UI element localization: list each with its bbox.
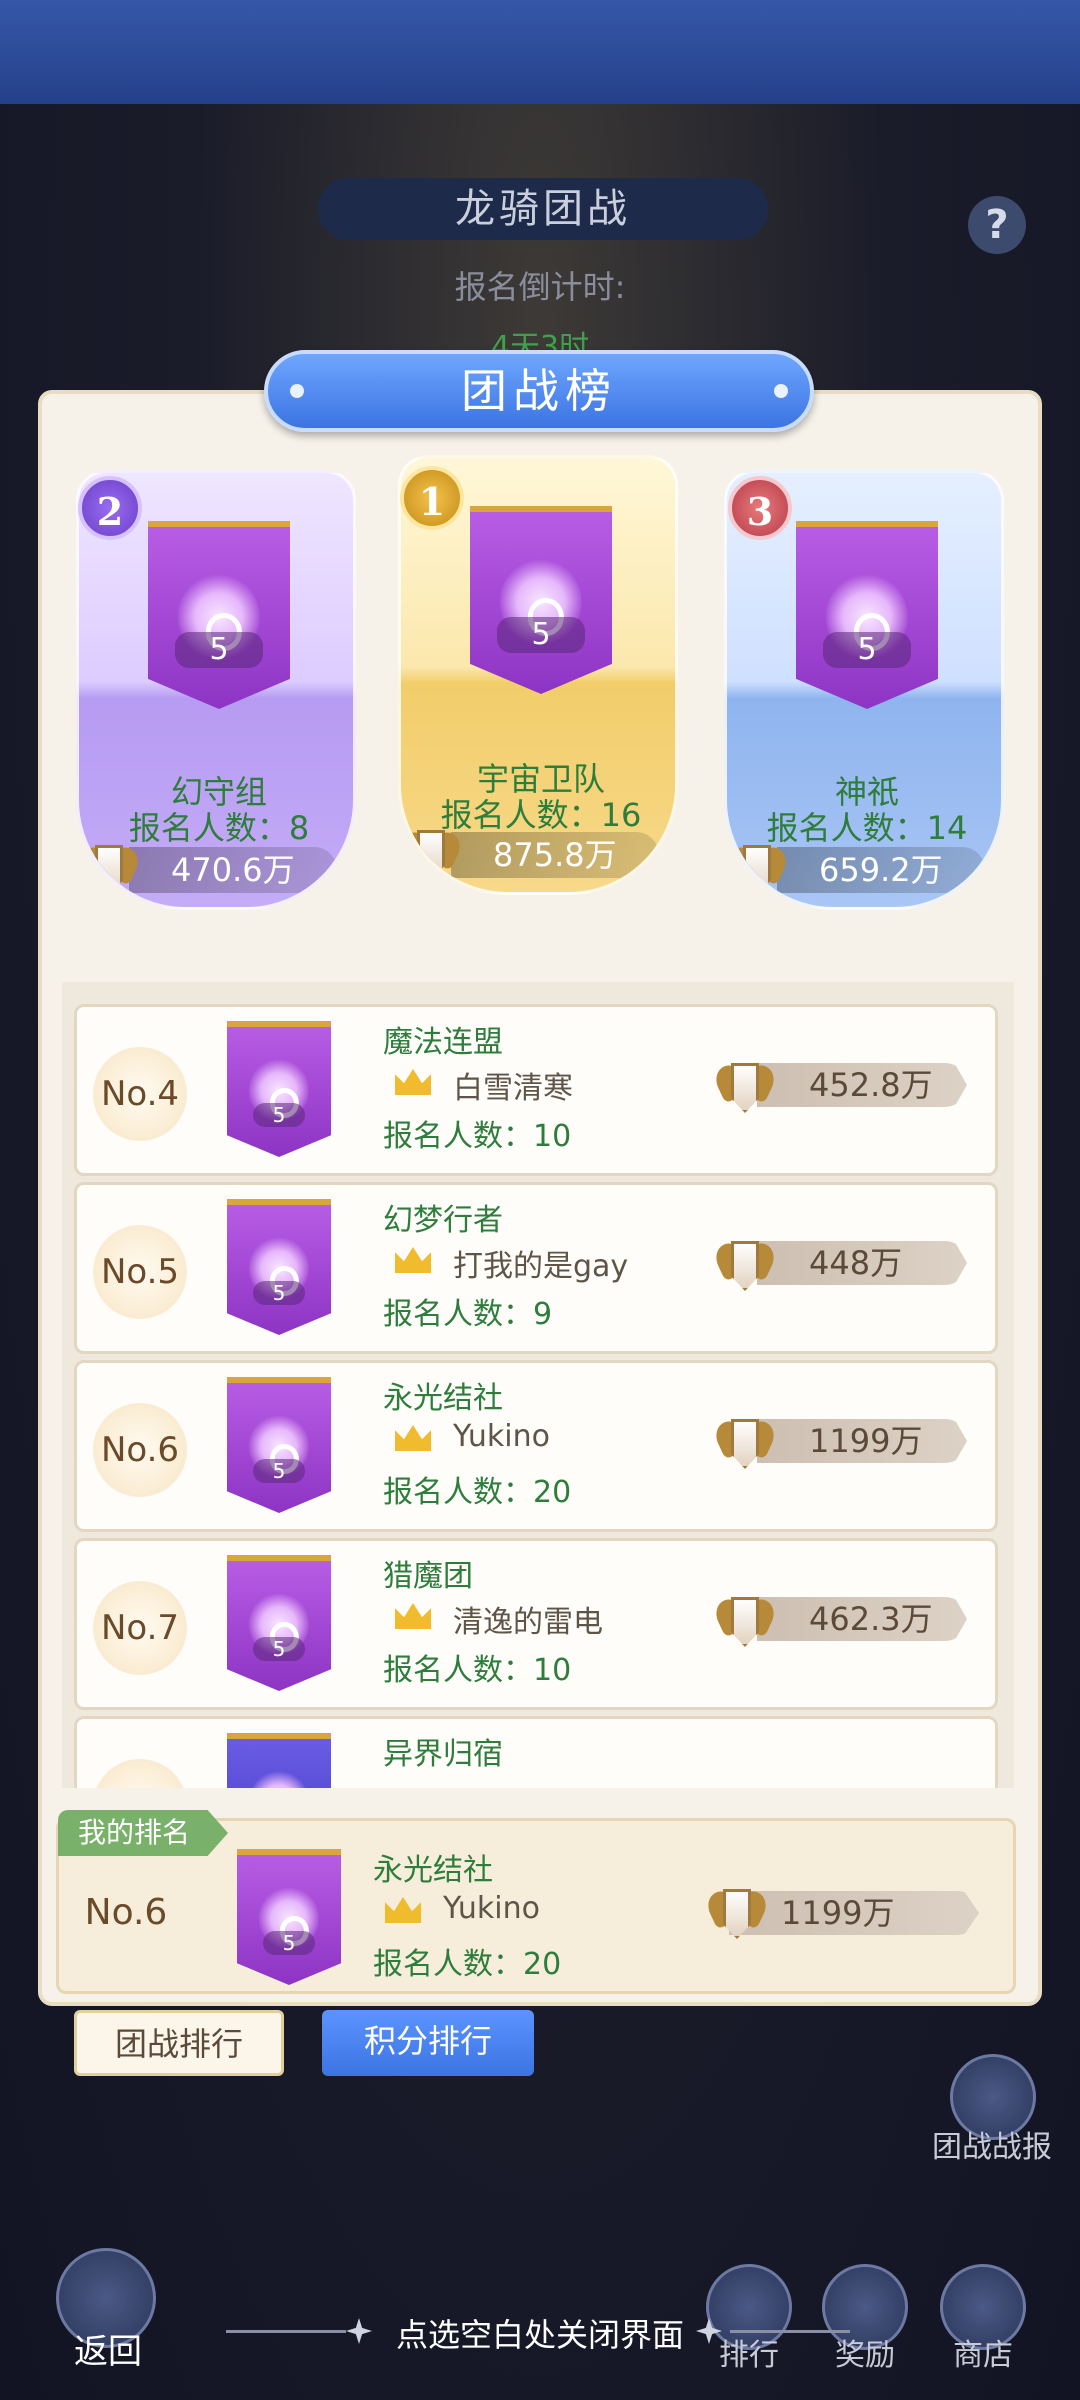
score-medal-icon [703,1883,771,1943]
guild-level: 5 [253,1281,305,1306]
guild-level: 5 [823,631,911,668]
my-rank-number: No.6 [84,1892,168,1933]
guild-level: 5 [253,1637,305,1662]
hint-right-line [730,2330,850,2333]
leader-name: Yukino [443,1891,540,1926]
score-medal-icon [711,1591,779,1651]
guild-banner-icon [227,1733,331,1788]
guild-banner-icon: 5 [237,1849,341,1985]
header-right-dot [774,384,788,398]
countdown-label: 报名倒计时: [454,268,626,306]
guild-score: 875.8万 [451,832,659,878]
guild-score: 1199万 [729,1891,979,1935]
ranking-list[interactable]: No.4 5 魔法连盟 白雪清寒 报名人数：10 452.8万 No.5 5 幻… [62,982,1014,1788]
guild-leader: 白雪清寒 [395,1063,573,1107]
panel-title: 团战榜 [264,350,814,432]
crown-icon [395,1425,431,1451]
list-item[interactable]: No.7 5 猎魔团 清逸的雷电 报名人数：10 462.3万 [74,1538,998,1710]
guild-banner-icon: 5 [227,1021,331,1157]
battle-report-label[interactable]: 团战战报 [930,2122,1054,2166]
score-medal-icon [711,1413,779,1473]
score-medal-icon [711,1235,779,1295]
crown-icon [395,1247,431,1273]
leader-name: 清逸的雷电 [453,1605,603,1640]
guild-name: 异界归宿 [383,1737,503,1772]
guild-banner-icon: 5 [227,1555,331,1691]
flame-emblem-icon [248,1771,310,1788]
list-item[interactable]: No.5 5 幻梦行者 打我的是gay 报名人数：9 448万 [74,1182,998,1354]
guild-score: 462.3万 [757,1597,967,1641]
crown-icon [395,1603,431,1629]
rank-number [93,1759,187,1788]
signup-count: 报名人数：10 [383,1653,572,1688]
score-medal-icon [79,839,143,899]
guild-name: 永光结社 [383,1381,503,1416]
guild-leader: Yukino [395,1419,550,1454]
guild-banner-icon: 5 [148,521,290,709]
guild-score: 470.6万 [129,847,337,893]
header-left-dot [290,384,304,398]
guild-level: 5 [497,616,585,653]
guild-score: 659.2万 [777,847,985,893]
signup-count: 报名人数：10 [383,1119,572,1154]
leader-name: Yukino [453,1419,550,1454]
tab-score-rank[interactable]: 积分排行 [322,2010,534,2076]
guild-level: 5 [175,631,263,668]
guild-name: 幻梦行者 [383,1203,503,1238]
list-item[interactable]: 异界归宿 [74,1716,998,1788]
guild-name: 魔法连盟 [383,1025,503,1060]
guild-name: 猎魔团 [383,1559,473,1594]
guild-level: 5 [263,1931,315,1956]
list-item[interactable]: No.6 5 永光结社 Yukino 报名人数：20 1199万 [74,1360,998,1532]
score-medal-icon [711,1057,779,1117]
event-title: 龙骑团战 [318,178,768,240]
guild-banner-icon: 5 [796,521,938,709]
guild-banner-icon: 5 [227,1377,331,1513]
leader-name: 白雪清寒 [453,1071,573,1106]
rank-number: No.4 [93,1047,187,1141]
my-rank-label: 我的排名 [58,1810,228,1856]
leader-name: 打我的是gay [453,1249,629,1284]
guild-score: 448万 [757,1241,967,1285]
rank-2-badge-icon: 2 [78,476,142,540]
signup-count: 报名人数：20 [373,1947,562,1982]
guild-score: 1199万 [757,1419,967,1463]
help-icon[interactable]: ? [968,196,1026,254]
rank-1-badge-icon: 1 [400,466,464,530]
guild-name: 永光结社 [373,1853,493,1888]
tab-team-rank[interactable]: 团战排行 [74,2010,284,2076]
guild-level: 5 [253,1459,305,1484]
guild-leader: 打我的是gay [395,1241,628,1285]
guild-leader: 清逸的雷电 [395,1597,603,1641]
list-item[interactable]: No.4 5 魔法连盟 白雪清寒 报名人数：10 452.8万 [74,1004,998,1176]
guild-leader: Yukino [385,1891,540,1926]
close-hint: 点选空白处关闭界面 [395,2316,684,2354]
guild-banner-icon: 5 [227,1199,331,1335]
signup-count: 报名人数：9 [383,1297,553,1332]
guild-banner-icon: 5 [470,506,612,694]
guild-score: 452.8万 [757,1063,967,1107]
guild-level: 5 [253,1103,305,1128]
score-medal-icon [401,824,465,884]
score-medal-icon [727,839,791,899]
crown-icon [395,1069,431,1095]
signup-count: 报名人数：20 [383,1475,572,1510]
rank-number: No.5 [93,1225,187,1319]
rank-3-badge-icon: 3 [728,476,792,540]
crown-icon [385,1897,421,1923]
top-banner [0,0,1080,104]
rank-number: No.6 [93,1403,187,1497]
panel-title-text: 团战榜 [461,364,617,418]
rank-number: No.7 [93,1581,187,1675]
